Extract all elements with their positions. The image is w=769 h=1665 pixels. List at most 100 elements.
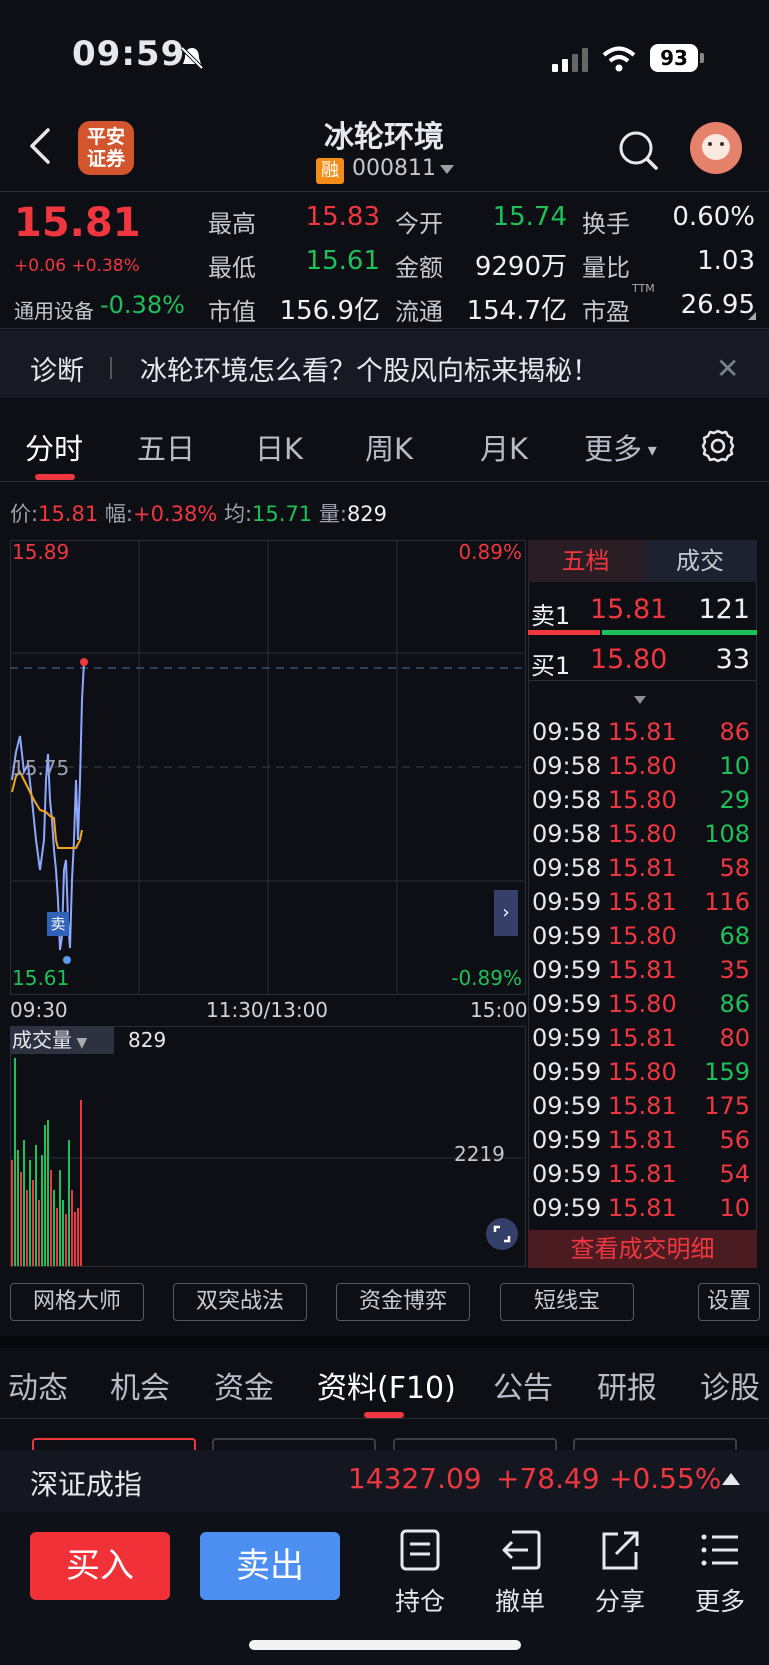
sell-point <box>63 956 71 964</box>
turnover-label: 换手 <box>582 210 630 238</box>
tool-settings[interactable]: 设置 <box>698 1283 760 1321</box>
volume-selector[interactable]: 成交量 ▼ <box>10 1026 114 1054</box>
high-value: 15.83 <box>305 202 380 232</box>
trade-price: 15.81 <box>608 888 677 916</box>
time-start: 09:30 <box>10 998 68 1022</box>
search-icon[interactable] <box>616 128 660 172</box>
trade-volume: 35 <box>719 956 750 984</box>
avg-line <box>11 770 83 849</box>
tab-more[interactable]: 更多 ▾ <box>584 426 657 468</box>
share-icon[interactable] <box>598 1528 642 1572</box>
last-point <box>80 658 88 666</box>
buy-button[interactable]: 买入 <box>30 1532 170 1600</box>
trade-price: 15.80 <box>608 990 677 1018</box>
vol-bar <box>56 1208 58 1266</box>
tab-weekly-k[interactable]: 周K <box>365 426 413 468</box>
more-menu-icon[interactable] <box>698 1528 742 1572</box>
tool-capital-game[interactable]: 资金博弈 <box>336 1283 470 1321</box>
trade-row: 09:58 15.80 29 <box>528 786 757 820</box>
fullscreen-icon[interactable] <box>486 1218 518 1250</box>
tab-five-levels[interactable]: 五档 <box>528 540 643 582</box>
trade-row: 09:59 15.81 175 <box>528 1092 757 1126</box>
holdings-label[interactable]: 持仓 <box>380 1582 460 1618</box>
mcap-value: 156.9亿 <box>279 296 380 326</box>
tab-news[interactable]: 动态 <box>8 1363 68 1407</box>
vol-bar <box>44 1125 46 1266</box>
trade-volume: 80 <box>719 1024 750 1052</box>
vol-bar <box>77 1208 79 1266</box>
chart-bottom-pct: -0.89% <box>451 966 522 990</box>
index-expand-icon[interactable] <box>722 1473 740 1485</box>
trade-time: 09:58 <box>532 718 602 746</box>
diagnosis-text[interactable]: 冰轮环境怎么看？个股风向标来揭秘！ <box>140 349 599 388</box>
open-label: 今开 <box>395 210 443 238</box>
vol-bar <box>80 1100 82 1266</box>
bid-volume: 33 <box>715 644 750 675</box>
collapse-arrow-icon[interactable] <box>634 696 646 704</box>
code-dropdown-icon[interactable] <box>440 165 454 174</box>
order-book: 五档 成交 卖1 15.81 121 买1 15.80 33 09:58 15.8… <box>528 540 757 1268</box>
sector-change[interactable]: -0.38% <box>100 291 185 319</box>
trade-price: 15.81 <box>608 1126 677 1154</box>
tab-announcement[interactable]: 公告 <box>493 1363 553 1407</box>
vol-bar <box>71 1190 73 1266</box>
price-change: +0.06 +0.38% <box>14 256 140 276</box>
index-value: 14327.09 <box>348 1462 482 1495</box>
intraday-chart[interactable]: 15.89 0.89% 15.75 15.61 -0.89% 卖 › 09:30… <box>10 540 528 1268</box>
trade-price: 15.81 <box>608 854 677 882</box>
trade-time: 09:58 <box>532 820 602 848</box>
amount-label: 金额 <box>395 254 443 282</box>
bid-price: 15.80 <box>590 644 668 675</box>
tab-five-day[interactable]: 五日 <box>137 426 195 468</box>
close-icon[interactable]: ✕ <box>716 352 739 385</box>
trade-price: 15.80 <box>608 922 677 950</box>
tab-opportunity[interactable]: 机会 <box>110 1363 170 1407</box>
tab-capital[interactable]: 资金 <box>214 1363 274 1407</box>
stock-code[interactable]: 000811 <box>352 156 436 181</box>
trade-row: 09:58 15.80 108 <box>528 820 757 854</box>
expand-corner-icon[interactable] <box>748 312 756 320</box>
trade-price: 15.80 <box>608 786 677 814</box>
ask-volume: 121 <box>698 594 750 625</box>
volume-bars <box>11 1058 82 1266</box>
expand-panel-icon[interactable]: › <box>494 890 518 936</box>
margin-badge: 融 <box>316 158 344 184</box>
cancel-order-label[interactable]: 撤单 <box>480 1582 560 1618</box>
vol-bar <box>35 1145 37 1266</box>
tool-double-breakout[interactable]: 双突战法 <box>173 1283 307 1321</box>
vol-bar <box>47 1120 49 1266</box>
tab-f10[interactable]: 资料(F10) <box>317 1363 456 1407</box>
vol-bar <box>68 1140 70 1266</box>
tool-grid-master[interactable]: 网格大师 <box>10 1283 144 1321</box>
high-label: 最高 <box>208 210 256 238</box>
tab-monthly-k[interactable]: 月K <box>480 426 528 468</box>
view-trade-detail-button[interactable]: 查看成交明细 <box>528 1230 757 1268</box>
tab-diagnose[interactable]: 诊股 <box>700 1363 760 1407</box>
trade-row: 09:59 15.81 80 <box>528 1024 757 1058</box>
tab-intraday[interactable]: 分时 <box>25 426 83 468</box>
gear-icon[interactable] <box>700 428 736 464</box>
trade-row: 09:59 15.80 159 <box>528 1058 757 1092</box>
trade-volume: 54 <box>719 1160 750 1188</box>
trade-time: 09:59 <box>532 888 602 916</box>
tool-short-term[interactable]: 短线宝 <box>500 1283 634 1321</box>
sell-button[interactable]: 卖出 <box>200 1532 340 1600</box>
trade-row: 09:59 15.80 68 <box>528 922 757 956</box>
battery-tip <box>700 53 704 63</box>
more-label[interactable]: 更多 <box>680 1582 760 1618</box>
volume-panel-frame <box>10 1026 526 1267</box>
cancel-order-icon[interactable] <box>498 1528 542 1572</box>
trade-volume: 159 <box>704 1058 750 1086</box>
back-arrow-icon[interactable] <box>28 128 52 164</box>
user-avatar[interactable] <box>690 122 742 174</box>
tab-research[interactable]: 研报 <box>597 1363 657 1407</box>
share-label[interactable]: 分享 <box>580 1582 660 1618</box>
sector-name[interactable]: 通用设备 <box>14 295 94 324</box>
trade-price: 15.80 <box>608 1058 677 1086</box>
tab-trades[interactable]: 成交 <box>643 540 757 582</box>
trade-row: 09:59 15.81 10 <box>528 1194 757 1228</box>
trade-price: 15.80 <box>608 752 677 780</box>
holdings-icon[interactable] <box>398 1528 442 1572</box>
vol-bar <box>14 1058 16 1266</box>
tab-daily-k[interactable]: 日K <box>255 426 303 468</box>
